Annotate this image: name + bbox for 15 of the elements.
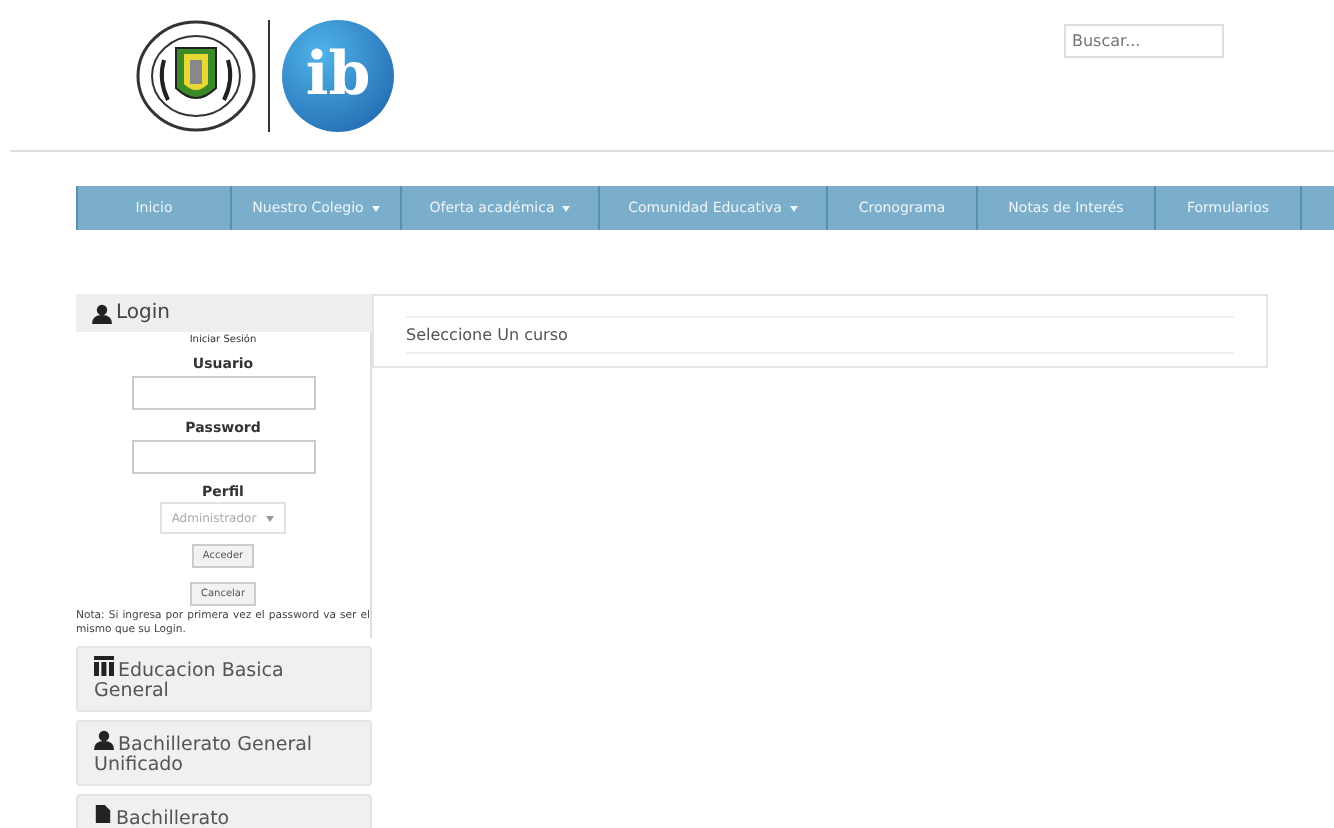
category-link[interactable]: Bachillerato General Unificado <box>76 719 372 786</box>
grid-icon <box>94 655 114 676</box>
ib-logo: ib <box>282 20 394 132</box>
password-field[interactable] <box>131 440 315 474</box>
user-field[interactable] <box>131 376 315 410</box>
caret-icon <box>266 515 275 521</box>
user-icon <box>94 729 114 750</box>
course-heading: Seleccione Un curso <box>406 316 1234 354</box>
category-link[interactable]: Bachillerato <box>76 793 372 828</box>
login-title: Login <box>116 302 170 324</box>
user-icon <box>92 303 112 323</box>
file-icon <box>94 803 112 824</box>
school-crest-logo <box>136 20 256 132</box>
category-link[interactable]: Educacion Basica General <box>76 645 372 712</box>
search-field[interactable]: Buscar... <box>1064 24 1224 58</box>
